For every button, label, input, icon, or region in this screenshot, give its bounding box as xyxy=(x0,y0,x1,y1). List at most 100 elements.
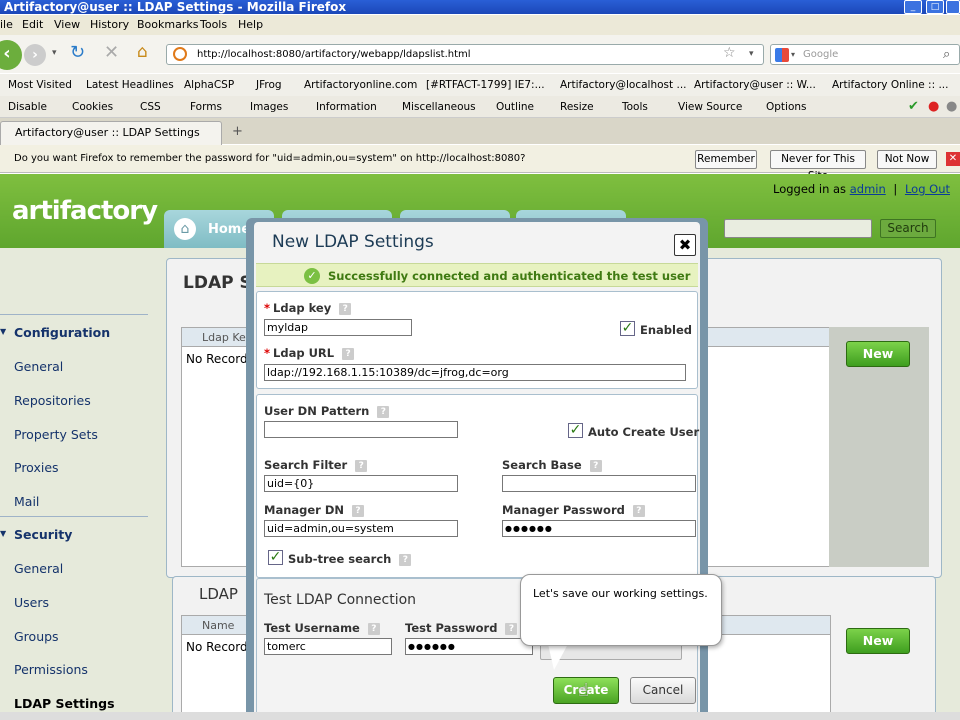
logout-link[interactable]: Log Out xyxy=(905,182,950,196)
menu-edit[interactable]: Edit xyxy=(22,15,43,35)
sidebar-item-security-general[interactable]: General xyxy=(14,561,63,576)
bookmark-alphacsp[interactable]: AlphaCSP xyxy=(184,74,234,96)
test-password-input[interactable]: ●●●●●● xyxy=(405,638,533,655)
help-icon[interactable]: ? xyxy=(352,504,365,517)
history-dropdown-icon[interactable]: ▾ xyxy=(52,48,57,58)
remember-button[interactable]: Remember xyxy=(695,150,757,169)
bookmark-online[interactable]: Artifactory Online :: ... xyxy=(832,74,948,96)
maximize-button[interactable]: □ xyxy=(926,0,944,14)
ldap-url-input[interactable]: ldap://192.168.1.15:10389/dc=jfrog,dc=or… xyxy=(264,364,686,381)
url-bar[interactable]: http://localhost:8080/artifactory/webapp… xyxy=(166,44,764,65)
close-window-button[interactable] xyxy=(946,0,960,14)
dev-information[interactable]: Information xyxy=(316,96,377,118)
stop-icon[interactable]: ✕ xyxy=(104,42,119,63)
login-status: Logged in as admin | Log Out xyxy=(773,182,950,196)
sidebar-item-repositories[interactable]: Repositories xyxy=(14,393,91,408)
star-icon[interactable]: ☆ xyxy=(723,44,736,63)
dev-resize[interactable]: Resize xyxy=(560,96,594,118)
enabled-checkbox[interactable]: ✓ xyxy=(620,321,635,336)
help-icon[interactable]: ? xyxy=(339,302,352,315)
sidebar-item-property-sets[interactable]: Property Sets xyxy=(14,427,98,442)
minimize-button[interactable]: _ xyxy=(904,0,922,14)
dev-tools[interactable]: Tools xyxy=(622,96,648,118)
warning-icon[interactable]: ● xyxy=(946,96,957,118)
help-icon[interactable]: ? xyxy=(399,553,412,566)
sidebar-item-proxies[interactable]: Proxies xyxy=(14,460,59,475)
sidebar-item-groups[interactable]: Groups xyxy=(14,629,59,644)
cancel-button[interactable]: Cancel xyxy=(630,677,696,704)
sidebar-section-configuration[interactable]: Configuration xyxy=(0,325,110,340)
menu-help[interactable]: Help xyxy=(238,15,263,35)
success-icon: ✓ xyxy=(304,268,320,284)
search-filter-input[interactable]: uid={0} xyxy=(264,475,458,492)
dev-images[interactable]: Images xyxy=(250,96,288,118)
forward-icon[interactable]: › xyxy=(24,44,46,66)
subtree-checkbox[interactable]: ✓ xyxy=(268,550,283,565)
search-icon[interactable]: ⌕ xyxy=(943,45,950,64)
bookmark-rtfact[interactable]: [#RTFACT-1799] IE7:... xyxy=(426,74,545,96)
bookmark-artifactoryonline[interactable]: Artifactoryonline.com xyxy=(304,74,417,96)
bookmark-most-visited[interactable]: Most Visited xyxy=(8,74,72,96)
reload-icon[interactable]: ↻ xyxy=(70,42,85,63)
new-ldap-button[interactable]: New xyxy=(846,341,910,367)
dev-outline[interactable]: Outline xyxy=(496,96,534,118)
help-icon[interactable]: ? xyxy=(355,459,368,472)
test-password-label: Test Password? xyxy=(405,621,518,635)
new-tab-icon[interactable]: + xyxy=(232,124,243,139)
close-icon[interactable]: ✖ xyxy=(674,234,696,256)
search-box[interactable]: ▾ Google ⌕ xyxy=(770,44,960,65)
header-search-button[interactable]: Search xyxy=(880,219,936,238)
close-notification-icon[interactable]: ✕ xyxy=(946,152,960,166)
sidebar-item-permissions[interactable]: Permissions xyxy=(14,662,88,677)
sidebar-item-users[interactable]: Users xyxy=(14,595,49,610)
error-icon[interactable]: ● xyxy=(928,96,939,118)
help-icon[interactable]: ? xyxy=(367,622,380,635)
dev-options[interactable]: Options xyxy=(766,96,807,118)
dev-forms[interactable]: Forms xyxy=(190,96,222,118)
user-link[interactable]: admin xyxy=(850,182,886,196)
validation-ok-icon[interactable]: ✔ xyxy=(908,96,919,118)
new-group-button[interactable]: New xyxy=(846,628,910,654)
sidebar-section-security[interactable]: Security xyxy=(0,527,72,542)
sidebar-divider xyxy=(0,516,148,517)
home-icon[interactable]: ⌂ xyxy=(137,42,148,62)
help-icon[interactable]: ? xyxy=(377,405,390,418)
auto-create-checkbox[interactable]: ✓ xyxy=(568,423,583,438)
dev-miscellaneous[interactable]: Miscellaneous xyxy=(402,96,476,118)
engine-dropdown-icon[interactable]: ▾ xyxy=(791,45,795,64)
tab-ldap-settings[interactable]: Artifactory@user :: LDAP Settings xyxy=(0,121,222,145)
sidebar-item-mail[interactable]: Mail xyxy=(14,494,39,509)
manager-dn-input[interactable]: uid=admin,ou=system xyxy=(264,520,458,537)
user-dn-label: User DN Pattern? xyxy=(264,404,390,418)
not-now-button[interactable]: Not Now xyxy=(877,150,937,169)
bookmark-localhost[interactable]: Artifactory@localhost ... xyxy=(560,74,687,96)
menu-view[interactable]: View xyxy=(54,15,80,35)
help-icon[interactable]: ? xyxy=(342,347,355,360)
dev-disable[interactable]: Disable xyxy=(8,96,47,118)
user-dn-input[interactable] xyxy=(264,421,458,438)
bookmark-jfrog[interactable]: JFrog xyxy=(256,74,282,96)
menu-tools[interactable]: Tools xyxy=(200,15,227,35)
test-username-input[interactable]: tomerc xyxy=(264,638,392,655)
never-for-site-button[interactable]: Never for This Site xyxy=(770,150,866,182)
help-icon[interactable]: ? xyxy=(589,459,602,472)
bookmark-user[interactable]: Artifactory@user :: W... xyxy=(694,74,816,96)
help-icon[interactable]: ? xyxy=(505,622,518,635)
dev-view-source[interactable]: View Source xyxy=(678,96,742,118)
help-icon[interactable]: ? xyxy=(632,504,645,517)
ldap-key-input[interactable]: myldap xyxy=(264,319,412,336)
menu-history[interactable]: History xyxy=(90,15,129,35)
search-base-input[interactable] xyxy=(502,475,696,492)
header-search-input[interactable] xyxy=(724,219,872,238)
dev-cookies[interactable]: Cookies xyxy=(72,96,113,118)
url-dropdown-icon[interactable]: ▾ xyxy=(749,45,754,64)
sidebar-item-general[interactable]: General xyxy=(14,359,63,374)
panel2-title: LDAP xyxy=(199,585,238,603)
manager-password-input[interactable]: ●●●●●● xyxy=(502,520,696,537)
dev-css[interactable]: CSS xyxy=(140,96,161,118)
sidebar-item-ldap-settings[interactable]: LDAP Settings xyxy=(14,696,115,711)
artifactory-logo: artifactory xyxy=(12,196,158,226)
menu-bookmarks[interactable]: Bookmarks xyxy=(137,15,198,35)
bookmark-latest-headlines[interactable]: Latest Headlines xyxy=(86,74,174,96)
menu-file[interactable]: ile xyxy=(0,15,13,35)
